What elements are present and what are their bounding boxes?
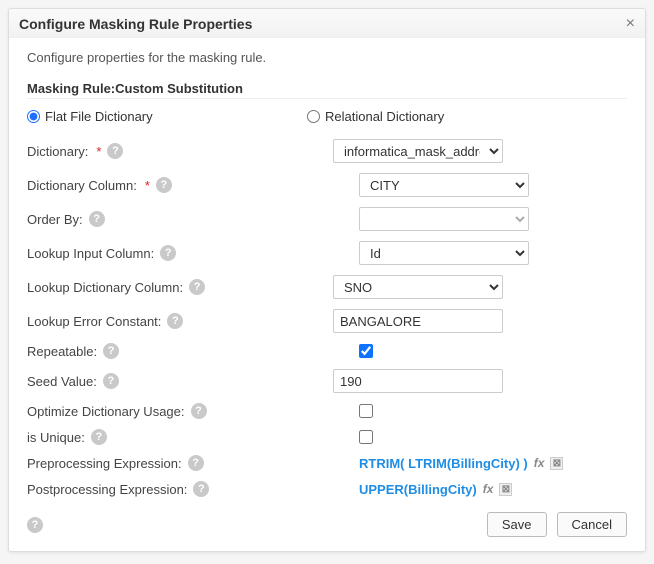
help-icon[interactable]: ? (191, 403, 207, 419)
required-mark: * (145, 178, 150, 193)
label-seed-value: Seed Value: (27, 374, 97, 389)
label-lookup-input-column: Lookup Input Column: (27, 246, 154, 261)
clear-expression-icon[interactable]: ⊠ (499, 483, 512, 496)
help-icon[interactable]: ? (189, 279, 205, 295)
help-icon[interactable]: ? (103, 373, 119, 389)
label-lookup-dictionary-column: Lookup Dictionary Column: (27, 280, 183, 295)
label-order-by: Order By: (27, 212, 83, 227)
titlebar: Configure Masking Rule Properties × (9, 9, 645, 38)
row-postprocessing: Postprocessing Expression: ? UPPER(Billi… (27, 476, 627, 502)
order-by-select[interactable] (359, 207, 529, 231)
help-icon[interactable]: ? (193, 481, 209, 497)
clear-expression-icon[interactable]: ⊠ (550, 457, 563, 470)
label-dictionary: Dictionary: (27, 144, 88, 159)
help-icon[interactable]: ? (160, 245, 176, 261)
row-is-unique: is Unique: ? (27, 424, 627, 450)
row-lookup-dictionary-column: Lookup Dictionary Column: ? SNO (27, 270, 627, 304)
row-dictionary: Dictionary: * ? informatica_mask_addre (27, 134, 627, 168)
seed-value-input[interactable] (333, 369, 503, 393)
help-icon[interactable]: ? (156, 177, 172, 193)
relational-radio[interactable] (307, 110, 320, 123)
required-mark: * (96, 144, 101, 159)
fx-icon[interactable]: fx (483, 482, 494, 496)
rule-heading: Masking Rule:Custom Substitution (27, 81, 627, 99)
help-icon[interactable]: ? (91, 429, 107, 445)
relational-label[interactable]: Relational Dictionary (325, 109, 444, 124)
footer: ? Save Cancel (27, 502, 627, 537)
row-repeatable: Repeatable: ? (27, 338, 627, 364)
dictionary-select[interactable]: informatica_mask_addre (333, 139, 503, 163)
dialog-title: Configure Masking Rule Properties (19, 16, 252, 32)
preprocessing-expression[interactable]: RTRIM( LTRIM(BillingCity) ) (359, 456, 528, 471)
cancel-button[interactable]: Cancel (557, 512, 627, 537)
optimize-dictionary-checkbox[interactable] (359, 404, 373, 418)
lookup-input-column-select[interactable]: Id (359, 241, 529, 265)
row-optimize-dictionary: Optimize Dictionary Usage: ? (27, 398, 627, 424)
label-preprocessing: Preprocessing Expression: (27, 456, 182, 471)
label-dictionary-column: Dictionary Column: (27, 178, 137, 193)
flat-file-radio[interactable] (27, 110, 40, 123)
repeatable-checkbox[interactable] (359, 344, 373, 358)
help-icon[interactable]: ? (89, 211, 105, 227)
row-order-by: Order By: ? (27, 202, 627, 236)
lookup-dictionary-column-select[interactable]: SNO (333, 275, 503, 299)
button-bar: Save Cancel (487, 512, 627, 537)
label-postprocessing: Postprocessing Expression: (27, 482, 187, 497)
help-icon[interactable]: ? (188, 455, 204, 471)
label-lookup-error-constant: Lookup Error Constant: (27, 314, 161, 329)
dialog-description: Configure properties for the masking rul… (27, 50, 627, 65)
row-seed-value: Seed Value: ? (27, 364, 627, 398)
row-lookup-input-column: Lookup Input Column: ? Id (27, 236, 627, 270)
dictionary-type-row: Flat File Dictionary Relational Dictiona… (27, 109, 627, 124)
dictionary-column-select[interactable]: CITY (359, 173, 529, 197)
close-icon[interactable]: × (626, 15, 635, 33)
row-dictionary-column: Dictionary Column: * ? CITY (27, 168, 627, 202)
help-icon[interactable]: ? (167, 313, 183, 329)
label-repeatable: Repeatable: (27, 344, 97, 359)
row-lookup-error-constant: Lookup Error Constant: ? (27, 304, 627, 338)
row-preprocessing: Preprocessing Expression: ? RTRIM( LTRIM… (27, 450, 627, 476)
help-icon[interactable]: ? (107, 143, 123, 159)
postprocessing-expression[interactable]: UPPER(BillingCity) (359, 482, 477, 497)
help-icon[interactable]: ? (27, 517, 43, 533)
is-unique-checkbox[interactable] (359, 430, 373, 444)
lookup-error-constant-input[interactable] (333, 309, 503, 333)
fx-icon[interactable]: fx (534, 456, 545, 470)
save-button[interactable]: Save (487, 512, 547, 537)
flat-file-label[interactable]: Flat File Dictionary (45, 109, 153, 124)
help-icon[interactable]: ? (103, 343, 119, 359)
dialog: Configure Masking Rule Properties × Conf… (8, 8, 646, 552)
label-optimize-dictionary: Optimize Dictionary Usage: (27, 404, 185, 419)
dialog-content: Configure properties for the masking rul… (9, 38, 645, 551)
label-is-unique: is Unique: (27, 430, 85, 445)
